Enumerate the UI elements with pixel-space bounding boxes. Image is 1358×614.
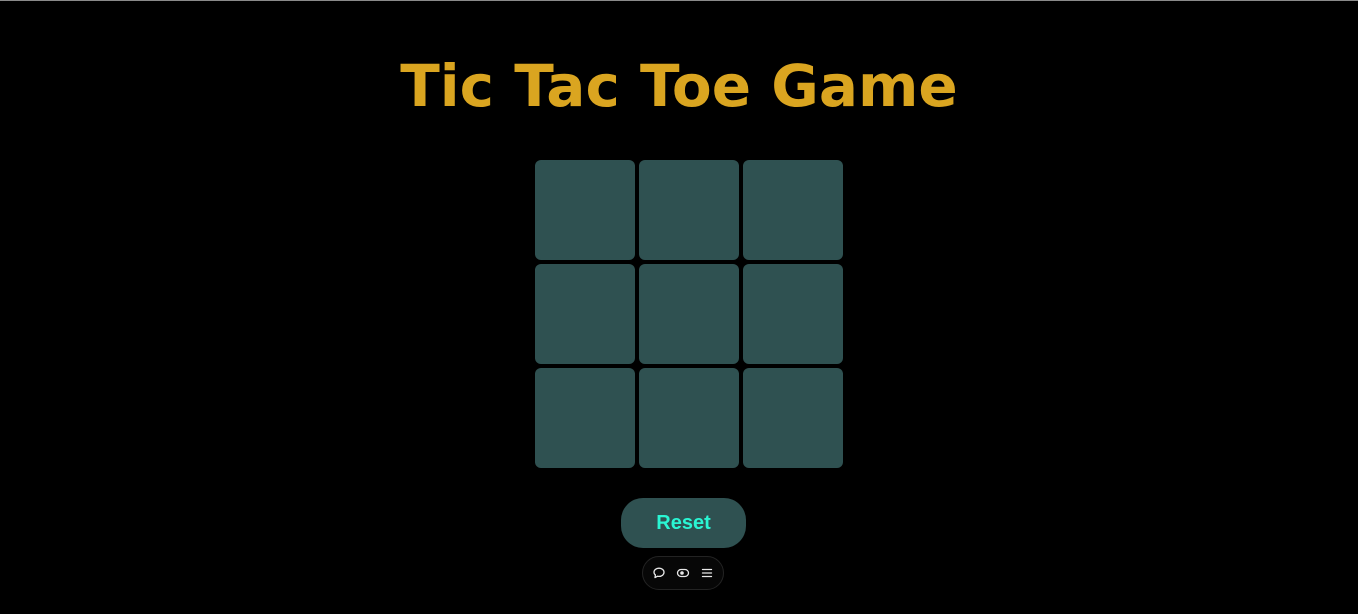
game-board [535,160,843,468]
board-cell[interactable] [743,160,843,260]
board-cell[interactable] [639,264,739,364]
page-title: Tic Tac Toe Game [400,52,958,120]
menu-icon[interactable] [699,565,715,581]
top-border [0,0,1358,1]
board-cell[interactable] [743,368,843,468]
board-cell[interactable] [743,264,843,364]
reset-button[interactable]: Reset [621,498,746,548]
board-cell[interactable] [535,368,635,468]
board-cell[interactable] [639,368,739,468]
eye-toggle-icon[interactable] [675,565,691,581]
board-cell[interactable] [535,264,635,364]
floating-toolbar [642,556,724,590]
chat-bubble-icon[interactable] [651,565,667,581]
board-cell[interactable] [535,160,635,260]
board-cell[interactable] [639,160,739,260]
